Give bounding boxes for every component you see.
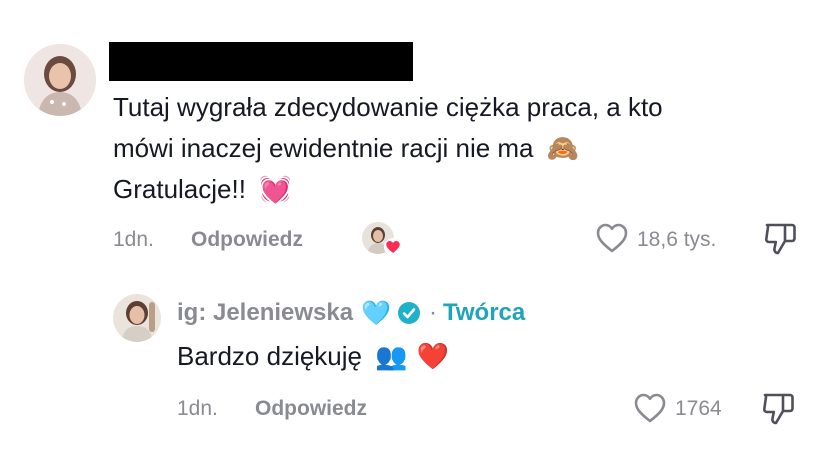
- reply-text: Bardzo dziękuję 👥 ❤️: [177, 341, 450, 371]
- heart-emoji-icon: 💓: [259, 174, 292, 204]
- comment-dislike-button[interactable]: [763, 220, 797, 256]
- comment-time: 1dn.: [113, 228, 154, 251]
- redacted-username: [109, 42, 413, 81]
- commenter-avatar[interactable]: [24, 44, 96, 116]
- heart-outline-icon: [596, 223, 628, 253]
- creator-liked-badge: [362, 222, 402, 258]
- busts-in-silhouette-icon: 👥: [375, 341, 408, 371]
- reply-username[interactable]: ig: Jeleniewska: [177, 299, 353, 327]
- reply-like-button[interactable]: [633, 392, 667, 424]
- liked-heart-icon: [384, 238, 402, 256]
- reply-time: 1dn.: [177, 397, 218, 420]
- reply-header: ig: Jeleniewska 🩵 · Twórca: [177, 297, 525, 329]
- comment-reply-button[interactable]: Odpowiedz: [191, 228, 303, 252]
- reply-like-count: 1764: [675, 397, 722, 420]
- creator-avatar[interactable]: [113, 294, 161, 342]
- thumbs-down-icon: [764, 223, 796, 255]
- heart-outline-icon: [634, 393, 666, 423]
- comment-like-count: 18,6 tys.: [637, 228, 717, 251]
- red-heart-icon: ❤️: [416, 341, 450, 371]
- comment-like-button[interactable]: [595, 222, 629, 254]
- creator-avatar-icon: [113, 294, 161, 342]
- separator-dot: ·: [428, 299, 437, 326]
- comment-line-3: Gratulacje!! 💓: [113, 174, 292, 204]
- comment-line-2: mówi inaczej ewidentnie racji nie ma 🙈: [113, 133, 580, 163]
- comment-text: Tutaj wygrała zdecydowanie ciężka praca,…: [113, 87, 813, 210]
- creator-label: Twórca: [442, 299, 526, 326]
- comment-line-1: Tutaj wygrała zdecydowanie ciężka praca,…: [113, 92, 663, 122]
- verified-badge-icon: [397, 301, 421, 325]
- thumbs-down-icon: [762, 393, 794, 425]
- see-no-evil-monkey-icon: 🙈: [546, 133, 580, 163]
- reply-dislike-button[interactable]: [761, 390, 795, 426]
- light-blue-heart-icon: 🩵: [361, 299, 391, 327]
- reply-reply-button[interactable]: Odpowiedz: [255, 397, 367, 421]
- user-avatar-icon: [24, 44, 96, 116]
